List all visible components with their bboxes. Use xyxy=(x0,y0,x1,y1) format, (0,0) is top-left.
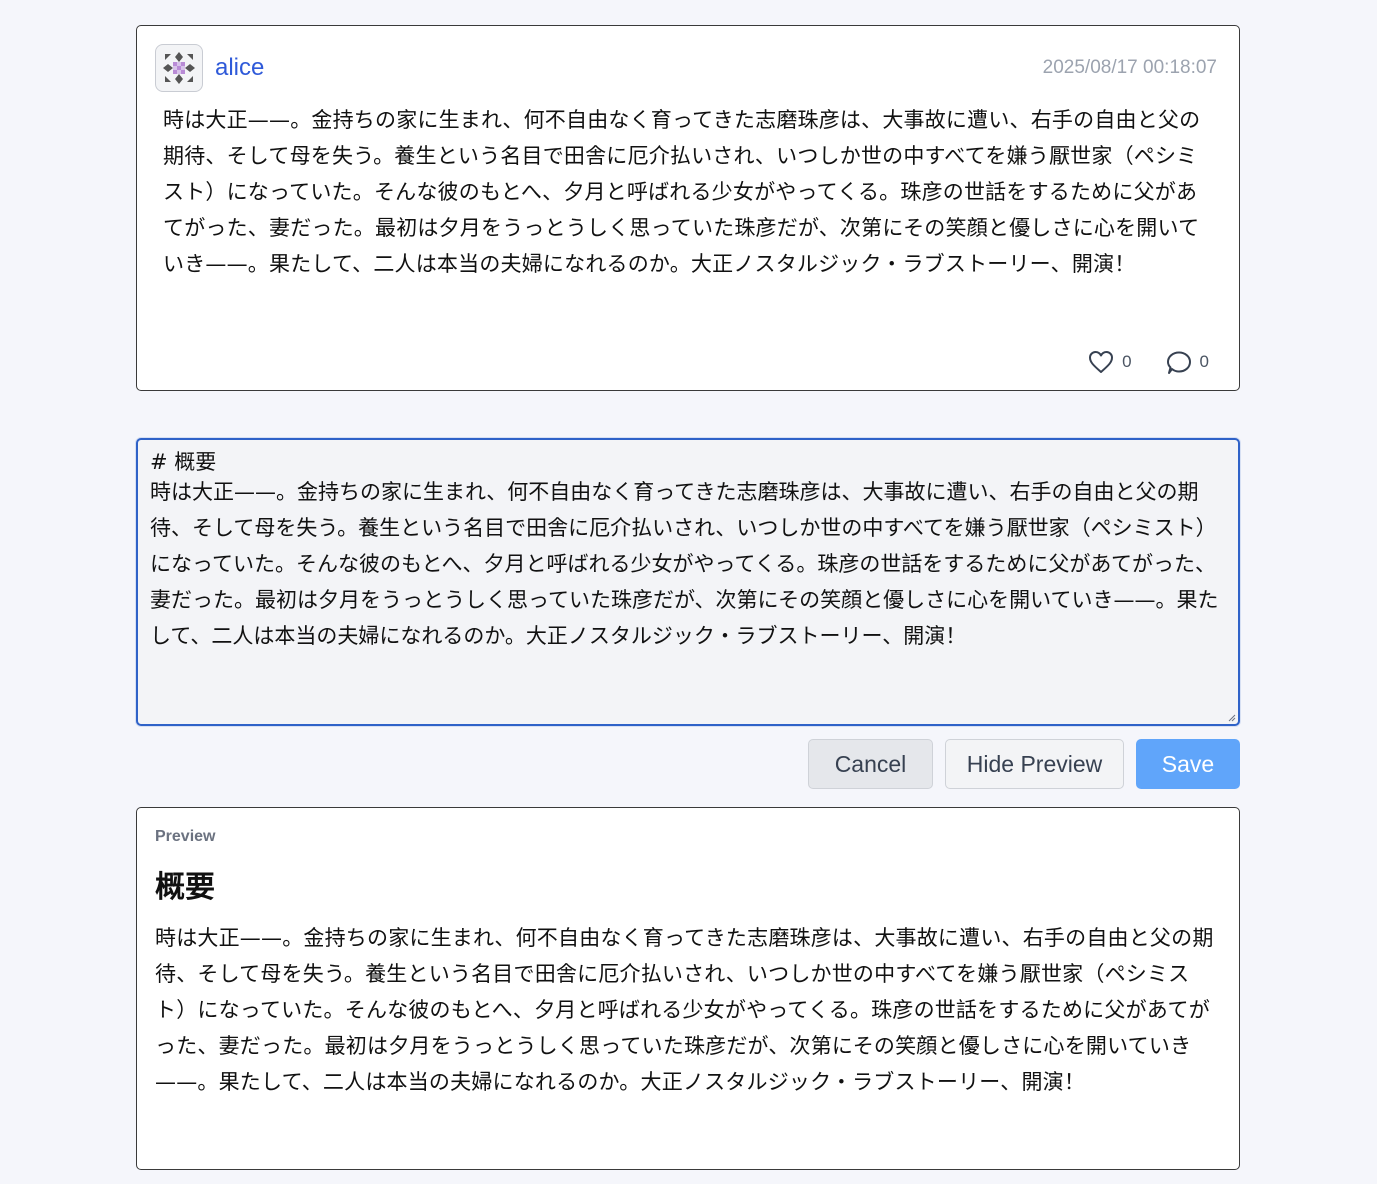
resize-handle-icon[interactable] xyxy=(1226,712,1236,722)
post-header: alice 2025/08/17 00:18:07 xyxy=(155,44,1217,92)
preview-label: Preview xyxy=(155,828,216,845)
like-button[interactable]: 0 xyxy=(1088,350,1132,374)
avatar[interactable] xyxy=(155,44,203,92)
save-button[interactable]: Save xyxy=(1136,739,1240,789)
preview-panel: Preview 概要 時は大正——。金持ちの家に生まれ、何不自由なく育ってきた志… xyxy=(136,807,1240,1170)
preview-heading: 概要 xyxy=(155,870,215,905)
post-actions: 0 0 xyxy=(1088,350,1209,374)
post-body: 時は大正——。金持ちの家に生まれ、何不自由なく育ってきた志磨珠彦は、大事故に遭い… xyxy=(163,108,1201,276)
editor-actions: Cancel Hide Preview Save xyxy=(808,739,1240,789)
markdown-editor[interactable]: # 概要時は大正——。金持ちの家に生まれ、何不自由なく育ってきた志磨珠彦は、大事… xyxy=(136,438,1240,726)
comment-bubble-icon xyxy=(1166,351,1191,374)
username-link[interactable]: alice xyxy=(215,54,264,82)
like-count: 0 xyxy=(1122,352,1132,371)
heart-icon xyxy=(1089,351,1114,373)
editor-heading-line: # 概要 xyxy=(150,450,217,474)
identicon-icon xyxy=(163,52,195,84)
post-timestamp: 2025/08/17 00:18:07 xyxy=(1042,57,1217,78)
cancel-button[interactable]: Cancel xyxy=(808,739,933,789)
preview-body: 時は大正——。金持ちの家に生まれ、何不自由なく育ってきた志磨珠彦は、大事故に遭い… xyxy=(155,926,1214,1094)
editor-body-text: 時は大正——。金持ちの家に生まれ、何不自由なく育ってきた志磨珠彦は、大事故に遭い… xyxy=(150,480,1219,648)
comment-count: 0 xyxy=(1199,352,1209,371)
comment-button[interactable]: 0 xyxy=(1166,350,1209,374)
post-card: alice 2025/08/17 00:18:07 時は大正——。金持ちの家に生… xyxy=(136,25,1240,391)
hide-preview-button[interactable]: Hide Preview xyxy=(945,739,1124,789)
